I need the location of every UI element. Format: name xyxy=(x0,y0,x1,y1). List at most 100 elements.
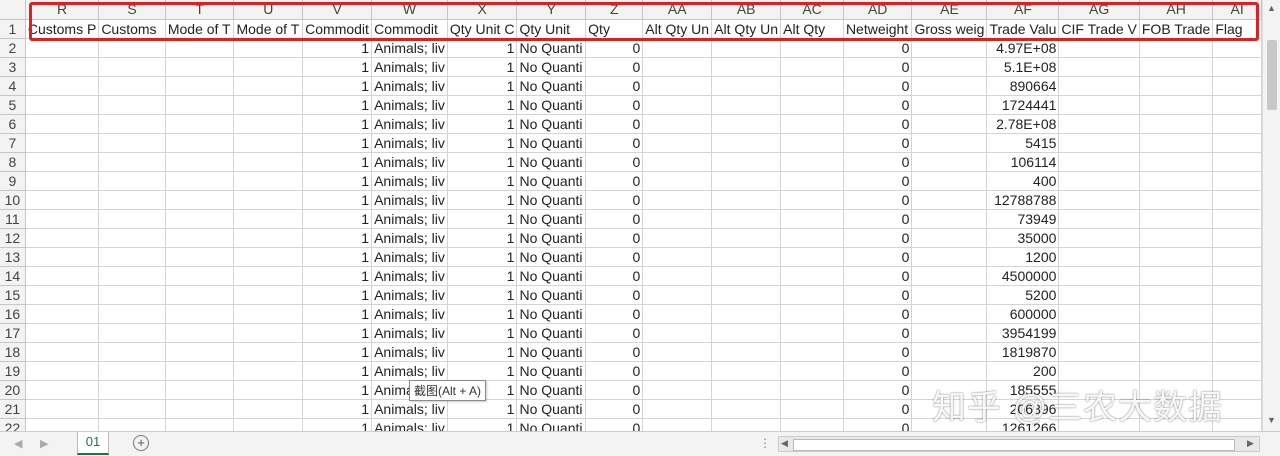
cell[interactable] xyxy=(1212,323,1262,343)
cell[interactable]: 3954199 xyxy=(986,323,1060,343)
cell[interactable] xyxy=(780,76,844,96)
cell[interactable]: 2.78E+08 xyxy=(986,114,1060,134)
cell[interactable] xyxy=(165,399,235,419)
cell[interactable] xyxy=(25,418,100,431)
cell[interactable]: Animals; liv xyxy=(371,323,448,343)
cell[interactable]: Animals; liv xyxy=(371,304,448,324)
cell[interactable] xyxy=(1058,209,1140,229)
cell[interactable] xyxy=(642,171,713,191)
cell[interactable] xyxy=(642,323,713,343)
cell[interactable] xyxy=(25,190,100,210)
column-header-z[interactable]: Z xyxy=(585,0,644,20)
cell[interactable] xyxy=(98,114,166,134)
cell[interactable]: 0 xyxy=(843,399,913,419)
cell[interactable]: No Quanti xyxy=(516,57,587,77)
cell[interactable]: 1 xyxy=(302,152,373,172)
cell[interactable]: No Quanti xyxy=(516,304,587,324)
row-header[interactable]: 10 xyxy=(0,190,26,210)
cell[interactable] xyxy=(1139,190,1214,210)
cell[interactable] xyxy=(233,133,304,153)
cell[interactable] xyxy=(1139,95,1214,115)
cell[interactable] xyxy=(711,266,782,286)
cell[interactable] xyxy=(233,266,304,286)
cell[interactable] xyxy=(642,57,713,77)
cell[interactable]: 0 xyxy=(585,209,644,229)
cell[interactable]: 1 xyxy=(447,228,518,248)
cell[interactable] xyxy=(1139,361,1214,381)
cell[interactable]: No Quanti xyxy=(516,342,587,362)
cell[interactable]: 0 xyxy=(843,190,913,210)
cell[interactable]: 1 xyxy=(302,342,373,362)
cell[interactable] xyxy=(1058,76,1140,96)
cell[interactable] xyxy=(911,304,988,324)
cell[interactable] xyxy=(1212,304,1262,324)
cell[interactable] xyxy=(165,114,235,134)
cell[interactable]: 0 xyxy=(843,228,913,248)
cell[interactable]: 1 xyxy=(447,95,518,115)
cell[interactable] xyxy=(165,266,235,286)
cell[interactable] xyxy=(233,285,304,305)
cell[interactable] xyxy=(233,152,304,172)
horizontal-scrollbar[interactable]: ◀ ▶ xyxy=(778,436,1260,452)
cell[interactable] xyxy=(98,133,166,153)
cell[interactable] xyxy=(165,361,235,381)
cell[interactable] xyxy=(165,342,235,362)
cell[interactable] xyxy=(98,152,166,172)
cell[interactable]: Animals; liv xyxy=(371,152,448,172)
row-header[interactable]: 1 xyxy=(0,19,26,39)
cell[interactable]: 0 xyxy=(585,38,644,58)
cell[interactable] xyxy=(1139,247,1214,267)
cell[interactable] xyxy=(165,323,235,343)
cell[interactable]: 1 xyxy=(302,228,373,248)
cell[interactable] xyxy=(780,342,844,362)
cell[interactable]: No Quanti xyxy=(516,95,587,115)
cell[interactable] xyxy=(165,247,235,267)
cell[interactable]: 1 xyxy=(302,95,373,115)
row-header[interactable]: 13 xyxy=(0,247,26,267)
cell[interactable]: 1 xyxy=(302,266,373,286)
cell[interactable]: No Quanti xyxy=(516,380,587,400)
cell[interactable]: 0 xyxy=(585,266,644,286)
cell[interactable]: 1 xyxy=(447,152,518,172)
cell[interactable] xyxy=(780,190,844,210)
cell[interactable] xyxy=(780,228,844,248)
cell[interactable] xyxy=(233,247,304,267)
cell[interactable]: No Quanti xyxy=(516,209,587,229)
row-header[interactable]: 9 xyxy=(0,171,26,191)
cell[interactable]: 1 xyxy=(447,247,518,267)
column-header-r[interactable]: R xyxy=(25,0,100,20)
cell[interactable] xyxy=(165,95,235,115)
cell[interactable] xyxy=(780,285,844,305)
cell[interactable] xyxy=(25,266,100,286)
cell[interactable] xyxy=(1212,76,1262,96)
cell[interactable] xyxy=(98,399,166,419)
row-header[interactable]: 15 xyxy=(0,285,26,305)
cell[interactable]: 0 xyxy=(585,95,644,115)
cell[interactable]: Flag xyxy=(1212,19,1262,39)
cell[interactable]: 0 xyxy=(843,114,913,134)
cell[interactable]: 1 xyxy=(447,38,518,58)
vertical-scroll-thumb[interactable] xyxy=(1267,40,1277,110)
cell[interactable] xyxy=(642,304,713,324)
row-header[interactable]: 17 xyxy=(0,323,26,343)
cell[interactable] xyxy=(1139,209,1214,229)
cell[interactable]: 1 xyxy=(447,114,518,134)
cell[interactable]: 0 xyxy=(585,171,644,191)
cell[interactable]: 5415 xyxy=(986,133,1060,153)
cell[interactable] xyxy=(780,361,844,381)
cell[interactable] xyxy=(1139,171,1214,191)
cell[interactable] xyxy=(1212,190,1262,210)
cell[interactable] xyxy=(780,418,844,431)
cell[interactable]: Qty Unit xyxy=(516,19,587,39)
cell[interactable]: 0 xyxy=(843,323,913,343)
cell[interactable] xyxy=(25,228,100,248)
cell[interactable]: No Quanti xyxy=(516,171,587,191)
cell[interactable] xyxy=(711,57,782,77)
cell[interactable] xyxy=(233,399,304,419)
cell[interactable] xyxy=(98,76,166,96)
cell[interactable]: 1 xyxy=(302,133,373,153)
cell[interactable] xyxy=(98,171,166,191)
cell[interactable]: 1819870 xyxy=(986,342,1060,362)
column-header-s[interactable]: S xyxy=(98,0,166,20)
cell[interactable] xyxy=(98,285,166,305)
